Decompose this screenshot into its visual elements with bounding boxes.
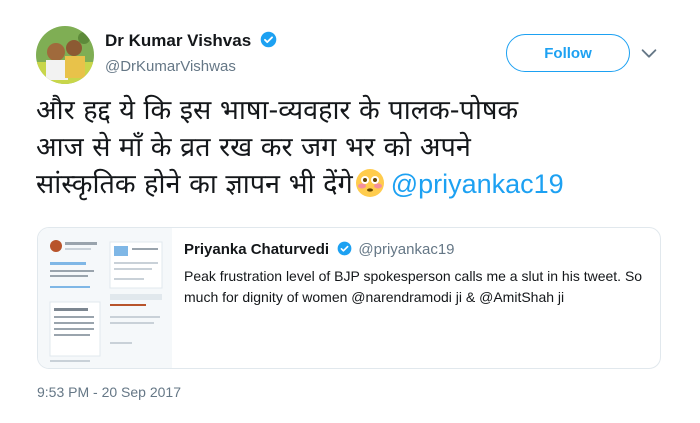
follow-button[interactable]: Follow [506,34,630,72]
mention-link[interactable]: @priyankac19 [391,169,564,199]
tweet-timestamp[interactable]: 9:53 PM - 20 Sep 2017 [37,384,181,400]
quoted-author-name: Priyanka Chaturvedi [184,241,330,258]
tweet-line: और हद्द ये कि इस भाषा-व्यवहार के पालक-पो… [36,95,519,126]
author-handle[interactable]: @DrKumarVishwas [105,58,236,75]
quoted-author-handle: @priyankac19 [358,241,455,258]
quoted-author[interactable]: Priyanka Chaturvedi @priyankac19 [184,241,654,258]
tweet-line: आज से माँ के व्रत रख कर जग भर को अपने [36,132,471,163]
quoted-tweet-text: Peak frustration level of BJP spokespers… [184,268,643,305]
author-avatar[interactable] [36,26,94,84]
tweet-line-last: सांस्कृतिक होने का ज्ञापन भी देंगे @priy… [36,169,564,200]
quoted-tweet-card[interactable]: Priyanka Chaturvedi @priyankac19 Peak fr… [37,227,661,369]
verified-badge-icon [260,31,277,48]
flushed-face-emoji-icon [355,169,384,197]
quoted-tweet-body: Priyanka Chaturvedi @priyankac19 Peak fr… [184,241,654,308]
chevron-down-icon[interactable] [638,42,660,64]
verified-badge-icon [337,241,352,256]
quoted-tweet-image[interactable] [38,228,172,368]
tweet-text: और हद्द ये कि इस भाषा-व्यवहार के पालक-पो… [36,92,666,203]
tweet-header: Dr Kumar Vishvas @DrKumarVishwas Follow [36,26,676,86]
author-name[interactable]: Dr Kumar Vishvas [105,31,277,51]
